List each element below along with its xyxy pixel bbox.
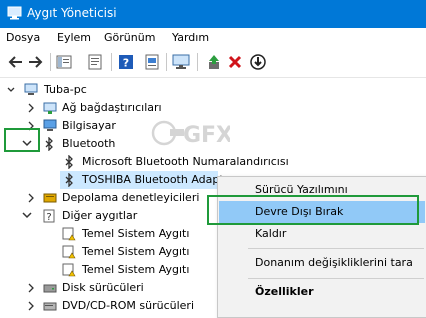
menu-item-uninstall[interactable]: Kaldır [219,223,425,245]
tree-item-dvd-cdrom-drives[interactable]: DVD/CD-ROM sürücüleri [0,297,210,315]
download-icon[interactable] [249,53,267,71]
update-driver-icon[interactable] [205,53,223,71]
chevron-down-icon[interactable] [22,207,32,225]
monitor-icon[interactable] [172,53,190,71]
optical-drive-icon [43,302,57,311]
menu-item-label: Özellikler [255,285,314,298]
menu-file[interactable]: Dosya [6,31,40,44]
tree-root[interactable]: Tuba-pc [0,81,200,99]
tree-item-label: Temel Sistem Aygıtı [82,245,190,258]
tree-item-base-system-device-1[interactable]: Temel Sistem Aygıtı [0,225,210,243]
menu-help[interactable]: Yardım [172,31,209,44]
bluetooth-icon [65,173,73,187]
tree-item-network-adapters[interactable]: Ağ bağdaştırıcıları [0,99,200,117]
menu-item-properties[interactable]: Özellikler [219,281,425,303]
tree-item-label: Bilgisayar [62,119,116,132]
toolbar-separator [111,53,112,71]
annotation-box-bluetooth [4,128,40,152]
warning-device-icon [62,245,76,259]
gfx-watermark: GFX [150,117,233,149]
toolbar-separator [197,53,198,71]
menu-separator [248,248,424,249]
tree-item-label: Temel Sistem Aygıtı [82,227,190,240]
device-manager-icon [7,6,22,20]
tree-item-label: Ağ bağdaştırıcıları [62,101,162,114]
tree-item-label: Disk sürücüleri [62,281,144,294]
chevron-down-icon[interactable] [6,81,16,99]
computer-icon [24,83,38,95]
toolbar-separator [50,53,51,71]
menu-separator [248,278,424,279]
properties-icon[interactable] [86,53,104,71]
svg-text:?: ? [123,57,129,70]
help-icon[interactable]: ? [117,53,135,71]
menu-bar: Dosya Eylem Görünüm Yardım [0,28,426,47]
tree-item-ms-bluetooth-enumerator[interactable]: Microsoft Bluetooth Numaralandırıcısı [0,153,289,171]
uninstall-icon[interactable] [226,53,244,71]
title-bar[interactable]: Aygıt Yöneticisi [0,0,426,28]
tree-item-label: Bluetooth [62,137,116,150]
tree-item-label: Depolama denetleyicileri [62,191,200,204]
back-arrow-icon[interactable] [6,53,24,71]
storage-controller-icon [43,193,57,203]
chevron-right-icon[interactable] [26,279,36,297]
menu-item-scan-hardware[interactable]: Donanım değişikliklerini tara [219,252,425,274]
chevron-right-icon[interactable] [26,297,36,315]
tree-item-label: Temel Sistem Aygıtı [82,263,190,276]
computer-icon [43,119,57,131]
tree-item-other-devices[interactable]: ? Diğer aygıtlar [0,207,210,225]
menu-item-label: Donanım değişikliklerini tara [255,256,413,269]
bluetooth-icon [65,155,73,169]
chevron-right-icon[interactable] [26,99,36,117]
window-title: Aygıt Yöneticisi [27,6,117,20]
tree-item-storage-controllers[interactable]: Depolama denetleyicileri [0,189,220,207]
network-adapter-icon [43,102,57,114]
tree-item-label: TOSHIBA Bluetooth Adapt [82,173,224,186]
watermark-text: GFX [183,123,230,148]
tree-item-base-system-device-2[interactable]: Temel Sistem Aygıtı [0,243,210,261]
unknown-device-icon: ? [43,209,55,223]
menu-item-label: Kaldır [255,227,287,240]
tree-item-label: Diğer aygıtlar [62,209,138,222]
toolbar-separator [166,53,167,71]
menu-view[interactable]: Görünüm [104,31,155,44]
tree-item-label: DVD/CD-ROM sürücüleri [62,299,195,312]
tree-item-base-system-device-3[interactable]: Temel Sistem Aygıtı [0,261,210,279]
warning-device-icon [62,263,76,277]
tree-item-disk-drives[interactable]: Disk sürücüleri [0,279,210,297]
menu-action[interactable]: Eylem [57,31,91,44]
scan-hardware-icon[interactable] [143,53,161,71]
tree-item-label: Microsoft Bluetooth Numaralandırıcısı [82,155,289,168]
tree-item-toshiba-bluetooth-adapter[interactable]: TOSHIBA Bluetooth Adapt [0,171,224,189]
annotation-box-disable [207,195,419,225]
disk-drive-icon [43,284,57,293]
show-hide-tree-icon[interactable] [55,53,73,71]
svg-text:?: ? [46,212,51,223]
chevron-right-icon[interactable] [26,189,36,207]
forward-arrow-icon[interactable] [27,53,45,71]
warning-device-icon [62,227,76,241]
bluetooth-icon [45,137,53,151]
toolbar: ? [0,47,426,78]
tree-root-label: Tuba-pc [44,83,87,96]
